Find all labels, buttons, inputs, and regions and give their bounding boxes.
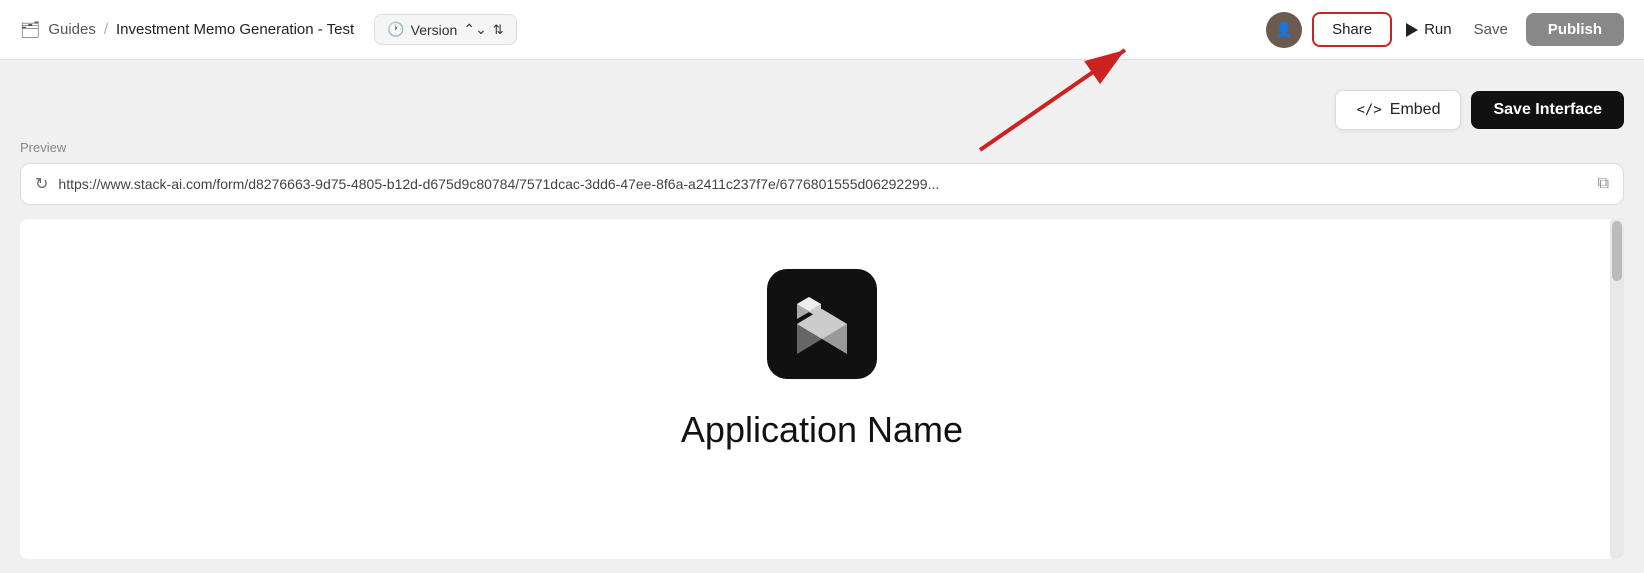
preview-frame: Application Name: [20, 219, 1624, 559]
run-button[interactable]: Run: [1402, 14, 1456, 45]
url-text: https://www.stack-ai.com/form/d8276663-9…: [58, 176, 1587, 192]
url-bar: ↻ https://www.stack-ai.com/form/d8276663…: [20, 163, 1624, 205]
avatar-image: 👤: [1266, 12, 1302, 48]
embed-code-icon: </>: [1356, 102, 1381, 118]
version-chevron-icon: ⌃⌄: [463, 21, 486, 38]
publish-button[interactable]: Publish: [1526, 13, 1624, 46]
scrollbar-thumb: [1612, 221, 1622, 281]
navbar: 🗂 Guides / Investment Memo Generation - …: [0, 0, 1644, 60]
dropdown-panel: </> Embed Save Interface: [1335, 90, 1624, 130]
dropdown-area: </> Embed Save Interface: [0, 60, 1644, 140]
app-name: Application Name: [681, 409, 963, 451]
navbar-left: 🗂 Guides / Investment Memo Generation - …: [20, 14, 517, 45]
navbar-right: 👤 Share Run Save Publish: [1266, 12, 1624, 48]
run-play-icon: [1406, 23, 1418, 37]
run-label: Run: [1424, 21, 1452, 38]
version-arrows-icon: ⇅: [493, 22, 504, 38]
share-button[interactable]: Share: [1312, 12, 1392, 47]
app-logo: [767, 269, 877, 379]
save-interface-button[interactable]: Save Interface: [1471, 91, 1624, 129]
main-area: Preview ↻ https://www.stack-ai.com/form/…: [0, 140, 1644, 569]
version-label: Version: [411, 22, 458, 38]
copy-icon[interactable]: ⧉: [1598, 175, 1609, 193]
preview-label: Preview: [20, 140, 1624, 155]
breadcrumb-separator: /: [104, 21, 108, 38]
refresh-icon[interactable]: ↻: [35, 174, 48, 194]
preview-scrollbar[interactable]: [1610, 219, 1624, 559]
app-logo-icon: [787, 289, 857, 359]
folder-icon: 🗂: [20, 20, 40, 40]
embed-label: Embed: [1390, 101, 1441, 119]
save-button[interactable]: Save: [1466, 14, 1516, 45]
breadcrumb-guides[interactable]: Guides: [48, 21, 96, 38]
version-clock-icon: 🕐: [387, 21, 404, 38]
version-button[interactable]: 🕐 Version ⌃⌄ ⇅: [374, 14, 517, 45]
breadcrumb-current: Investment Memo Generation - Test: [116, 21, 354, 38]
embed-button[interactable]: </> Embed: [1335, 90, 1461, 130]
avatar: 👤: [1266, 12, 1302, 48]
